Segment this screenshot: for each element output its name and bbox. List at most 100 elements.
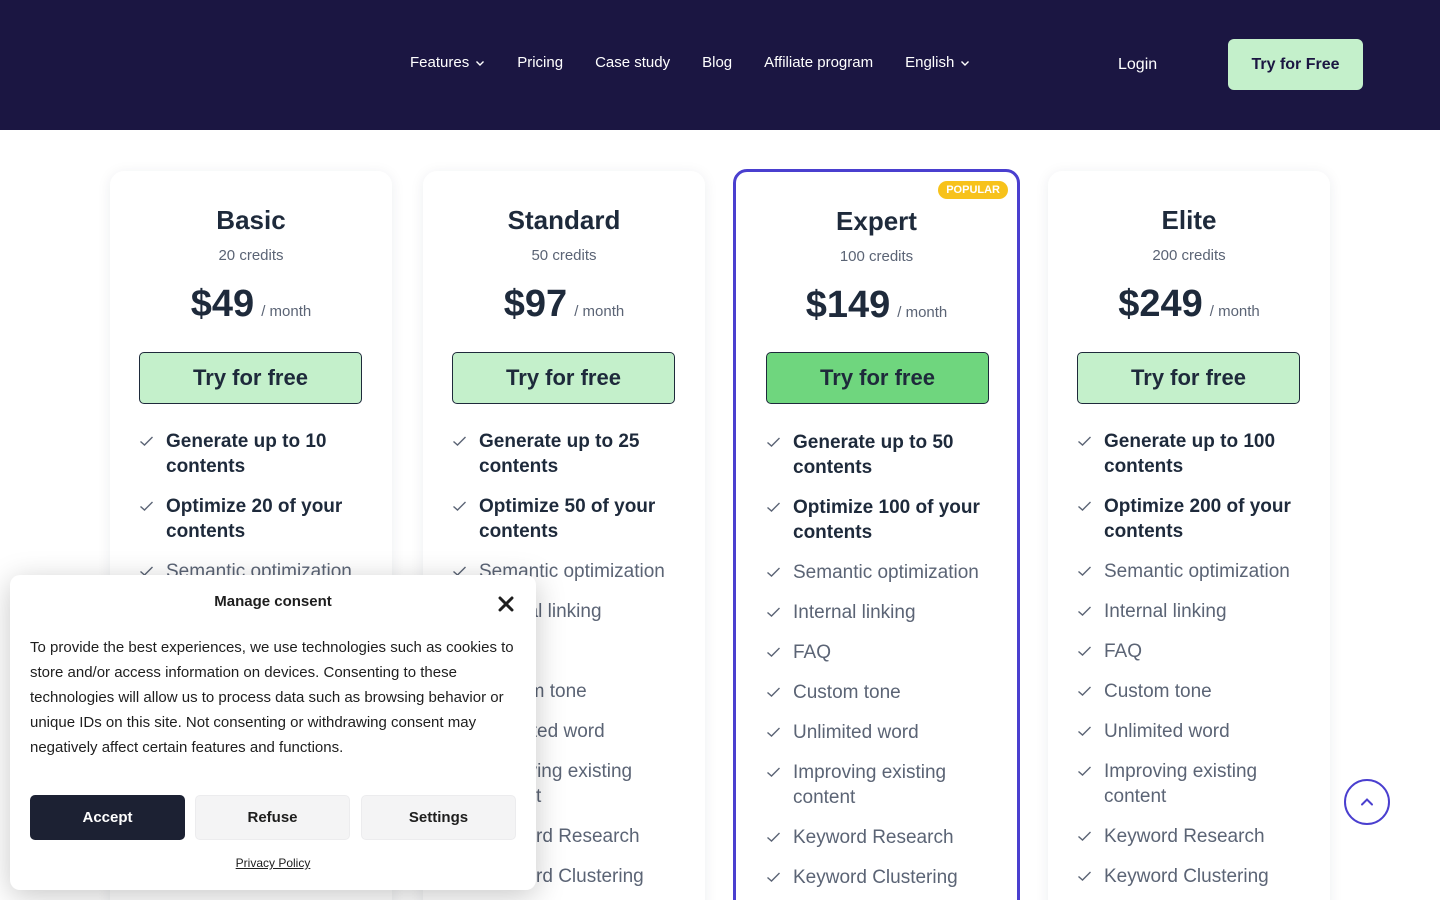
check-icon <box>767 832 780 842</box>
feature-list: Generate up to 50 contents Optimize 100 o… <box>766 430 996 900</box>
plan-name: Expert <box>836 206 917 236</box>
try-for-free-button[interactable]: Try for free <box>1077 352 1300 404</box>
feature-label: Generate up to 100 contents <box>1104 431 1276 477</box>
scroll-to-top-button[interactable] <box>1344 779 1390 825</box>
feature-item: Keyword Clustering <box>766 865 996 890</box>
plan-credits: 50 credits <box>531 247 597 264</box>
price-row: $249 / month <box>1048 283 1330 326</box>
plan-name: Elite <box>1161 205 1217 235</box>
refuse-button[interactable]: Refuse <box>195 795 350 840</box>
check-icon <box>453 436 466 446</box>
feature-label: Optimize 200 of your contents <box>1104 496 1291 542</box>
login-link[interactable]: Login <box>1118 56 1157 74</box>
try-for-free-button[interactable]: Try for free <box>452 352 675 404</box>
chevron-up-icon <box>1361 798 1373 806</box>
close-icon[interactable] <box>496 594 516 614</box>
feature-item: Generate up to 100 contents <box>1077 429 1307 479</box>
privacy-policy-link[interactable]: Privacy Policy <box>10 856 536 870</box>
feature-item: Optimize 20 of your contents <box>139 494 369 544</box>
feature-item: FAQ <box>766 640 996 665</box>
plan-period: / month <box>574 303 625 320</box>
feature-label: Custom tone <box>793 682 901 703</box>
check-icon <box>767 767 780 777</box>
plan-credits: 200 credits <box>1152 247 1226 264</box>
feature-label: Generate up to 50 contents <box>793 432 954 478</box>
nav-affiliate-label: Affiliate program <box>764 54 874 71</box>
feature-label: Semantic optimization <box>1104 561 1290 582</box>
check-icon <box>767 687 780 697</box>
check-icon <box>1078 501 1091 511</box>
try-for-free-header-button[interactable]: Try for Free <box>1228 39 1363 90</box>
nav-language-label: English <box>905 54 955 71</box>
feature-label: Semantic optimization <box>793 562 979 583</box>
check-icon <box>1078 726 1091 736</box>
consent-title: Manage consent <box>214 593 332 610</box>
feature-item: Generate up to 10 contents <box>139 429 369 479</box>
price-row: $97 / month <box>423 283 705 326</box>
plan-price: $249 <box>1118 283 1203 325</box>
nav-blog[interactable]: Blog <box>702 54 732 71</box>
try-for-free-button[interactable]: Try for free <box>139 352 362 404</box>
feature-item: Unlimited word <box>766 720 996 745</box>
plan-period: / month <box>261 303 312 320</box>
feature-item: Improving existing content <box>766 760 996 810</box>
main-nav: Features Pricing Case study Blog Affilia… <box>410 54 1002 71</box>
site-header: Features Pricing Case study Blog Affilia… <box>0 0 1440 130</box>
feature-label: Improving existing content <box>1104 761 1258 807</box>
feature-item: Optimize 50 of your contents <box>452 494 682 544</box>
feature-label: Internal linking <box>1104 601 1227 622</box>
feature-item: Generate up to 50 contents <box>766 430 996 480</box>
feature-item: Improving existing content <box>1077 759 1307 809</box>
feature-item: FAQ <box>1077 639 1307 664</box>
check-icon <box>1078 436 1091 446</box>
feature-item: Internal linking <box>1077 599 1307 624</box>
check-icon <box>767 727 780 737</box>
nav-pricing-label: Pricing <box>517 54 564 71</box>
plan-price: $97 <box>503 283 568 325</box>
feature-item: Keyword Clustering <box>1077 864 1307 889</box>
feature-item: Internal linking <box>766 600 996 625</box>
feature-item: Semantic optimization <box>766 560 996 585</box>
plan-card-expert: POPULAR Expert 100 credits $149 / month … <box>733 169 1020 900</box>
nav-blog-label: Blog <box>702 54 733 71</box>
feature-item: Generate up to 25 contents <box>452 429 682 479</box>
settings-button[interactable]: Settings <box>361 795 516 840</box>
feature-item: Optimize 200 of your contents <box>1077 494 1307 544</box>
consent-dialog: Manage consent To provide the best exper… <box>10 575 536 890</box>
nav-language[interactable]: English <box>905 54 970 71</box>
price-row: $149 / month <box>736 284 1017 327</box>
check-icon <box>140 436 153 446</box>
check-icon <box>767 437 780 447</box>
check-icon <box>1078 606 1091 616</box>
popular-badge: POPULAR <box>938 181 1008 199</box>
feature-label: FAQ <box>793 642 832 663</box>
feature-label: Generate up to 25 contents <box>479 431 640 477</box>
plan-price: $49 <box>190 283 255 325</box>
nav-pricing[interactable]: Pricing <box>517 54 563 71</box>
feature-label: Unlimited word <box>793 722 919 743</box>
check-icon <box>767 567 780 577</box>
chevron-down-icon <box>476 60 485 66</box>
feature-item: Optimize 100 of your contents <box>766 495 996 545</box>
feature-label: FAQ <box>1104 641 1143 662</box>
nav-case-study[interactable]: Case study <box>595 54 670 71</box>
feature-label: Generate up to 10 contents <box>166 431 327 477</box>
feature-item: Unlimited word <box>1077 719 1307 744</box>
try-for-free-button[interactable]: Try for free <box>766 352 989 404</box>
feature-item: Keyword Research <box>1077 824 1307 849</box>
accept-button[interactable]: Accept <box>30 795 185 840</box>
plan-credits: 100 credits <box>839 248 914 265</box>
check-icon <box>767 607 780 617</box>
feature-label: Optimize 20 of your contents <box>166 496 343 542</box>
nav-features[interactable]: Features <box>410 54 485 71</box>
check-icon <box>453 501 466 511</box>
feature-label: Keyword Research <box>793 827 954 848</box>
feature-label: Improving existing content <box>793 762 947 808</box>
feature-label: Internal linking <box>793 602 916 623</box>
chevron-down-icon <box>961 60 970 66</box>
feature-label: Keyword Research <box>1104 826 1265 847</box>
feature-item: Keyword Research <box>766 825 996 850</box>
nav-affiliate[interactable]: Affiliate program <box>764 54 873 71</box>
feature-item: Custom tone <box>1077 679 1307 704</box>
plan-period: / month <box>897 304 948 321</box>
